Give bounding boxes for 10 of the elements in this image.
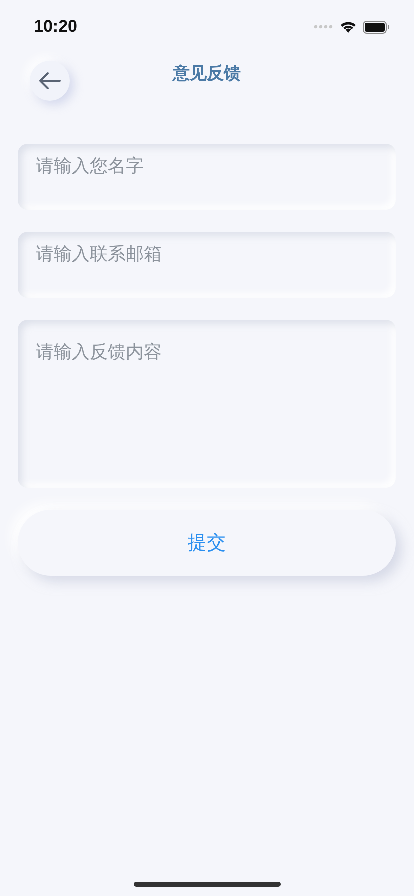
- back-arrow-icon: [39, 72, 61, 90]
- battery-icon: [363, 20, 390, 34]
- signal-icon: [314, 25, 334, 29]
- page-title: 意见反馈: [173, 62, 241, 84]
- wifi-icon: [340, 21, 357, 33]
- input-field[interactable]: 请输入您名字: [18, 144, 396, 210]
- text-area[interactable]: 请输入反馈内容: [18, 320, 396, 488]
- input-field[interactable]: 请输入联系邮箱: [18, 232, 396, 298]
- submit-button[interactable]: 提交: [18, 510, 396, 576]
- status-time: 10:20: [34, 17, 78, 37]
